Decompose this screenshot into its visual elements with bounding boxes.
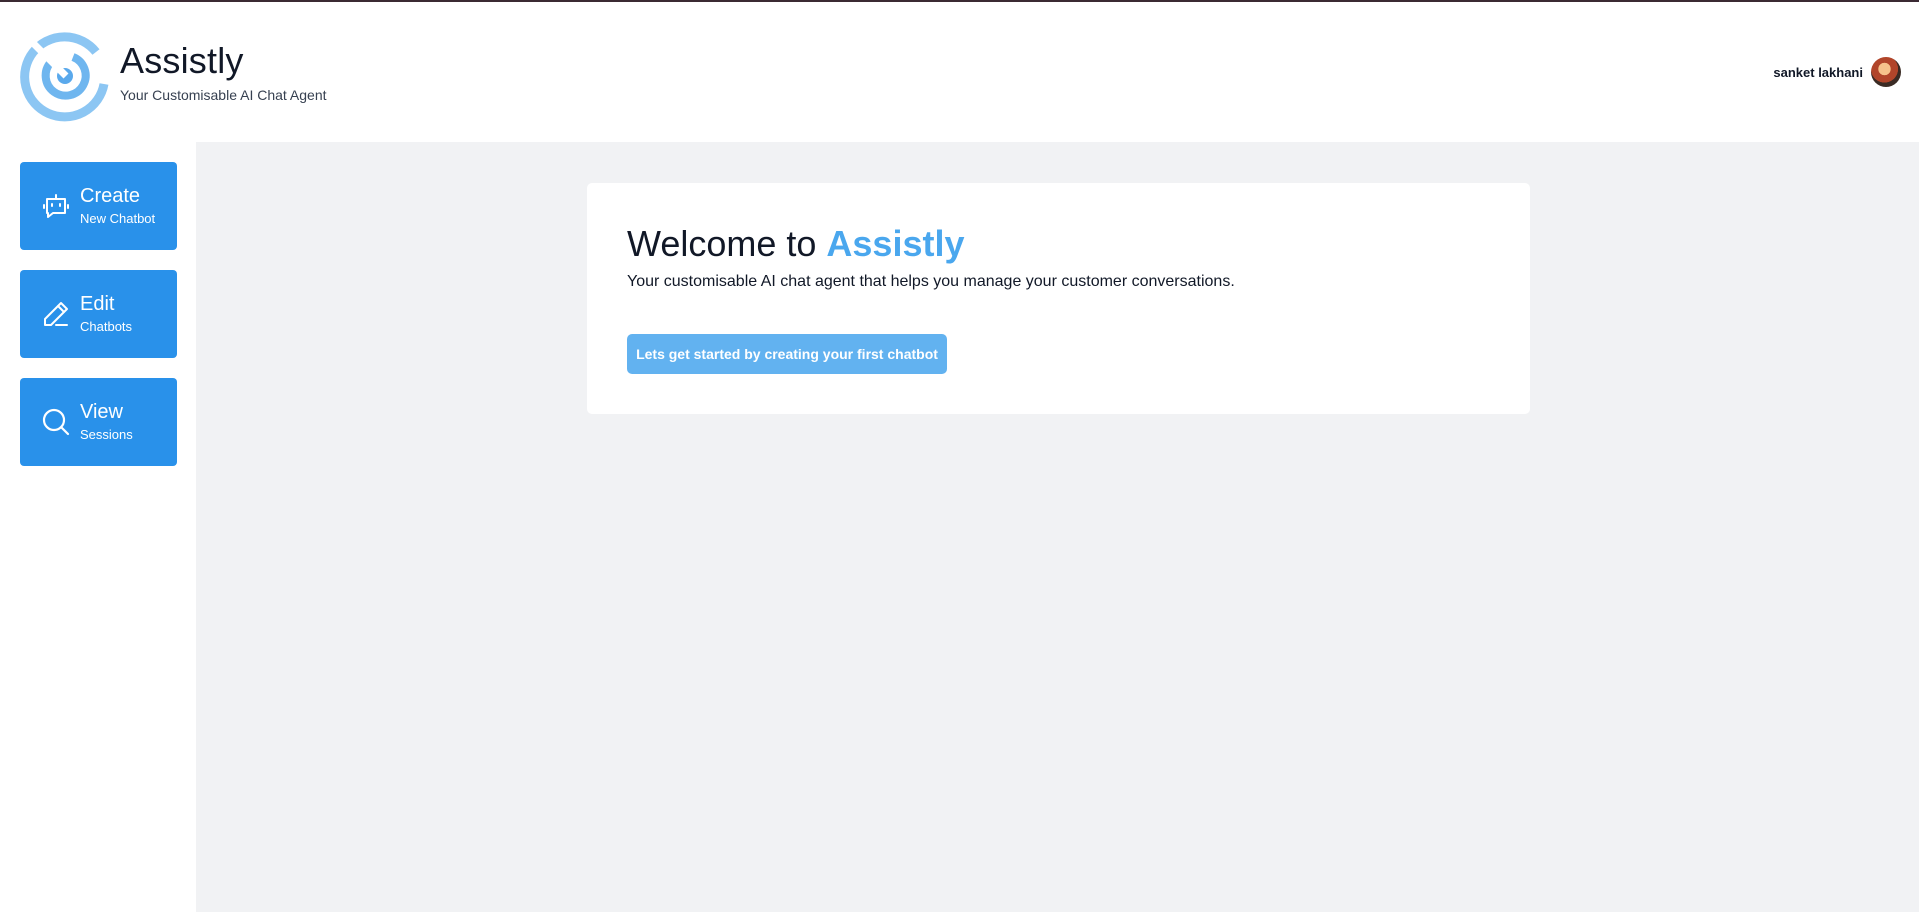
view-sessions-button[interactable]: View Sessions (20, 378, 177, 466)
top-header: Assistly Your Customisable AI Chat Agent… (0, 2, 1919, 142)
create-button-title: Create (80, 185, 141, 207)
welcome-tagline: Your customisable AI chat agent that hel… (627, 273, 1235, 290)
brand-subtitle: Your Customisable AI Chat Agent (120, 87, 327, 103)
get-started-button[interactable]: Lets get started by creating your first … (627, 334, 947, 374)
user-name: sanket lakhani (1773, 64, 1863, 80)
brand-title: Assistly (120, 40, 244, 81)
welcome-heading: Welcome to Assistly (627, 223, 964, 265)
main-content: Welcome to Assistly Your customisable AI… (196, 142, 1919, 912)
welcome-card: Welcome to Assistly Your customisable AI… (587, 183, 1530, 414)
search-icon (40, 406, 72, 438)
edit-chatbots-button[interactable]: Edit Chatbots (20, 270, 177, 358)
welcome-prefix: Welcome to (627, 223, 827, 264)
edit-button-title: Edit (80, 293, 115, 315)
user-menu[interactable]: sanket lakhani (1773, 57, 1901, 87)
view-button-subtitle: Sessions (80, 427, 133, 442)
welcome-brand: Assistly (826, 223, 965, 264)
create-chatbot-button[interactable]: Create New Chatbot (20, 162, 177, 250)
assistly-logo-icon[interactable] (18, 29, 113, 124)
pencil-icon (40, 298, 72, 330)
create-button-subtitle: New Chatbot (80, 211, 156, 226)
edit-button-subtitle: Chatbots (80, 319, 133, 334)
bot-message-icon (40, 190, 72, 222)
user-avatar[interactable] (1871, 57, 1901, 87)
view-button-title: View (80, 401, 123, 423)
sidebar: Create New Chatbot Edit Chatbots View Se… (0, 142, 196, 912)
